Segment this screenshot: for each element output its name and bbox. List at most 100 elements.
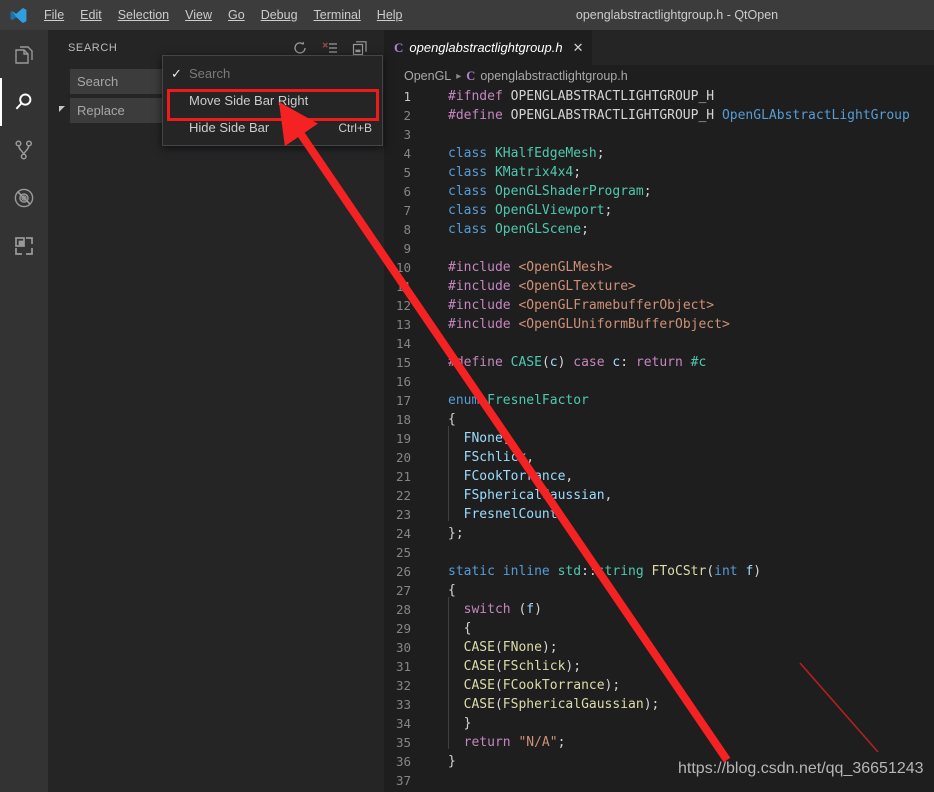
code-token: CASE: [463, 678, 495, 693]
code-line-text: CASE(FSphericalGaussian);: [432, 692, 934, 714]
code-token: OPENGLABSTRACTLIGHTGROUP_H: [510, 108, 722, 123]
code-token: ,: [502, 431, 511, 446]
line-number: 33: [395, 697, 411, 712]
code-token: OPENGLABSTRACTLIGHTGROUP_H: [510, 89, 715, 104]
code-token: int: [714, 564, 746, 579]
code-line-text: };: [432, 524, 934, 543]
context-menu-item-move-side-bar-right[interactable]: Move Side Bar Right: [163, 87, 382, 114]
code-line: 15 #define CASE(c) case c: return #c: [384, 353, 934, 372]
code-token: );: [643, 697, 660, 712]
line-number: 31: [395, 659, 411, 674]
code-token: #include: [448, 260, 519, 275]
context-menu-item-hide-side-bar[interactable]: Hide Side Bar Ctrl+B: [163, 114, 382, 141]
side-bar-title: SEARCH: [68, 41, 118, 54]
menu-go[interactable]: Go: [220, 0, 253, 30]
menu-terminal[interactable]: Terminal: [306, 0, 369, 30]
code-token: }: [448, 754, 456, 769]
code-token: ): [534, 602, 542, 617]
code-line-text: class OpenGLShaderProgram;: [432, 182, 934, 201]
code-line: 29 {: [384, 616, 934, 638]
menu-help[interactable]: Help: [369, 0, 411, 30]
breadcrumb-root[interactable]: OpenGL: [404, 69, 451, 83]
code-token: ;: [596, 146, 605, 161]
code-token: #include: [448, 317, 519, 332]
code-line: 16: [384, 372, 934, 391]
line-number: 19: [395, 431, 411, 446]
code-editor[interactable]: 1 #ifndef OPENGLABSTRACTLIGHTGROUP_H 2 #def…: [384, 87, 934, 792]
activity-item-extensions[interactable]: [0, 222, 48, 270]
code-token: <OpenGLFramebufferObject>: [518, 298, 715, 313]
code-token: FNone: [463, 431, 503, 446]
context-menu-item-search[interactable]: ✓ Search: [163, 60, 382, 87]
code-token: #define: [448, 355, 511, 370]
code-token: class: [448, 222, 495, 237]
line-number: 20: [395, 450, 411, 465]
code-token: string: [596, 564, 652, 579]
activity-item-run-debug[interactable]: [0, 174, 48, 222]
code-line: 33 CASE(FSphericalGaussian);: [384, 692, 934, 714]
menu-selection[interactable]: Selection: [110, 0, 177, 30]
code-token: class: [448, 184, 495, 199]
c-file-icon: C: [394, 39, 404, 55]
code-line: 34 }: [384, 711, 934, 733]
code-line: 35 return "N/A";: [384, 730, 934, 752]
activity-item-search[interactable]: [0, 78, 48, 126]
code-token: (: [706, 564, 715, 579]
vscode-window: File Edit Selection View Go Debug Termin…: [0, 0, 934, 792]
code-line-text: FresnelCount: [432, 502, 934, 524]
line-number: 6: [403, 184, 411, 199]
menu-edit[interactable]: Edit: [72, 0, 110, 30]
line-number: 13: [395, 317, 411, 332]
code-token: std: [557, 564, 582, 579]
code-line-text: CASE(FSchlick);: [432, 654, 934, 676]
menu-view[interactable]: View: [177, 0, 220, 30]
code-line: 32 CASE(FCookTorrance);: [384, 673, 934, 695]
files-icon: [15, 46, 33, 64]
code-token: ;: [557, 735, 566, 750]
code-token: (: [494, 640, 503, 655]
menu-debug[interactable]: Debug: [253, 0, 306, 30]
code-line: 24};: [384, 524, 934, 543]
code-token: OpenGLShaderProgram: [494, 184, 644, 199]
code-line: 20 FSchlick,: [384, 445, 934, 467]
code-line: 9: [384, 239, 934, 258]
code-line: 12 #include <OpenGLFramebufferObject>: [384, 296, 934, 315]
line-number: 5: [403, 165, 411, 180]
line-number: 3: [403, 127, 411, 142]
code-token: FCookTorrance: [463, 469, 566, 484]
close-icon[interactable]: ✕: [569, 40, 584, 56]
menu-debug-label: Debug: [260, 8, 298, 22]
editor-tab[interactable]: C openglabstractlightgroup.h ✕: [384, 30, 592, 65]
refresh-icon: [294, 41, 306, 54]
menu-file[interactable]: File: [36, 0, 72, 30]
code-token: CASE: [463, 659, 495, 674]
indent-guide: [448, 635, 449, 654]
line-number: 11: [395, 279, 411, 294]
code-line-text: CASE(FCookTorrance);: [432, 673, 934, 695]
toggle-replace-button[interactable]: [56, 99, 70, 119]
code-token: CASE: [463, 697, 495, 712]
line-number: 21: [395, 469, 411, 484]
activity-item-source-control[interactable]: [0, 126, 48, 174]
code-line: 27 {: [384, 581, 934, 600]
breadcrumb-file[interactable]: openglabstractlightgroup.h: [480, 69, 627, 83]
indent-guide: [448, 464, 449, 483]
code-token: );: [541, 640, 558, 655]
activity-bar: [0, 30, 48, 792]
activity-item-explorer[interactable]: [0, 30, 48, 78]
line-number: 23: [395, 507, 411, 522]
extensions-icon: [15, 237, 33, 255]
line-number: 1: [403, 89, 411, 104]
code-line: 26 static inline std::string FToCStr(int …: [384, 562, 934, 581]
code-token: };: [448, 526, 464, 541]
title-bar: File Edit Selection View Go Debug Termin…: [0, 0, 934, 30]
menu-go-label: Go: [228, 8, 245, 22]
source-control-icon: [15, 140, 33, 160]
menu-edit-label: Edit: [80, 8, 102, 22]
code-line: 13 #include <OpenGLUniformBufferObject>: [384, 315, 934, 334]
